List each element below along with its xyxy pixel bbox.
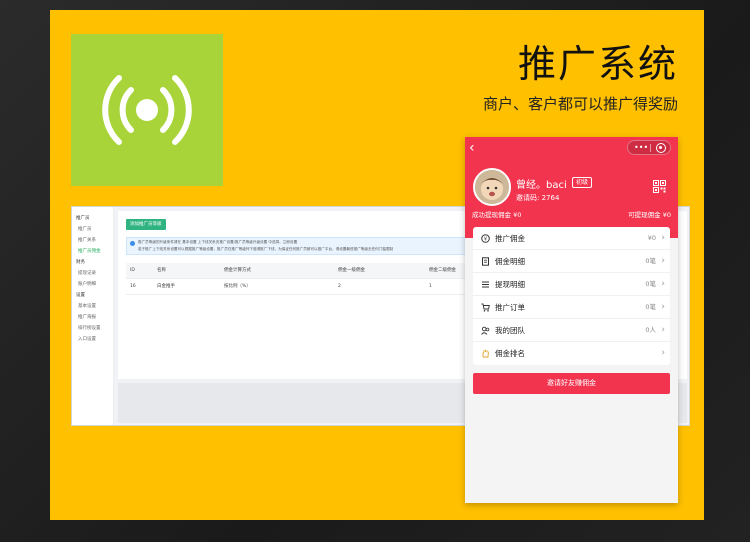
menu-item-orders[interactable]: 推广订单 0笔 › bbox=[473, 296, 670, 319]
user-name: 曾经。baci bbox=[516, 180, 567, 191]
menu-value: ¥0 bbox=[647, 234, 656, 242]
chevron-right-icon: › bbox=[661, 279, 665, 289]
sidebar-item[interactable]: 提现记录 bbox=[72, 268, 113, 279]
menu-item-team[interactable]: 我的团队 0人 › bbox=[473, 319, 670, 342]
sidebar-item-active[interactable]: 推广员佣金 bbox=[72, 246, 113, 257]
page-subtitle: 商户、客户都可以推广得奖励 bbox=[482, 95, 678, 113]
chevron-right-icon: › bbox=[661, 325, 665, 335]
svg-text:¥: ¥ bbox=[484, 237, 487, 243]
miniprogram-capsule[interactable]: ••• bbox=[627, 140, 671, 155]
logo-tile bbox=[71, 34, 223, 186]
menu-item-commission[interactable]: ¥ 推广佣金 ¥0 › bbox=[473, 227, 670, 250]
menu-list: ¥ 推广佣金 ¥0 › 佣金明细 0笔 › 提现明细 0笔 › 推广订单 0笔 … bbox=[473, 227, 670, 365]
menu-label: 提现明细 bbox=[495, 280, 525, 289]
qrcode-icon[interactable] bbox=[653, 180, 666, 193]
level-table: ID 名称 佣金计算方式 佣金一级佣金 佣金二级佣金 16 白金推手 按比例（%… bbox=[126, 263, 466, 295]
money-circle-icon: ¥ bbox=[481, 234, 490, 243]
menu-value: 0笔 bbox=[645, 280, 656, 288]
sidebar-item[interactable]: 账户明细 bbox=[72, 279, 113, 290]
menu-value: 0笔 bbox=[645, 303, 656, 311]
column-header: 佣金二级佣金 bbox=[429, 268, 456, 273]
menu-label: 佣金排名 bbox=[495, 349, 525, 358]
sidebar-item[interactable]: 入口设置 bbox=[72, 334, 113, 345]
invite-friends-button[interactable]: 邀请好友赚佣金 bbox=[473, 373, 670, 394]
table-cell: 16 bbox=[130, 284, 136, 289]
menu-label: 推广佣金 bbox=[495, 234, 525, 243]
invite-code: 邀请码: 2764 bbox=[516, 194, 560, 202]
notice-line: 若于推广上下线关系设置可以根据推广等级设置，推广员在推广等级列下邀请推广下线，为… bbox=[138, 247, 394, 251]
table-cell: 白金推手 bbox=[157, 284, 175, 289]
menu-item-ranking[interactable]: 佣金排名 › bbox=[473, 342, 670, 365]
column-header: 佣金一级佣金 bbox=[338, 268, 365, 273]
table-header-row: ID 名称 佣金计算方式 佣金一级佣金 佣金二级佣金 bbox=[126, 263, 466, 279]
broadcast-icon bbox=[102, 75, 192, 145]
add-level-button[interactable]: 添加推广员等级 bbox=[126, 219, 166, 230]
sidebar-item[interactable]: 推广关系 bbox=[72, 235, 113, 246]
sidebar-group[interactable]: 设置 bbox=[72, 290, 113, 301]
chevron-right-icon: › bbox=[661, 302, 665, 312]
chevron-right-icon: › bbox=[661, 256, 665, 266]
page-title: 推广系统 bbox=[517, 42, 678, 86]
capsule-divider bbox=[650, 144, 651, 152]
cart-icon bbox=[481, 303, 490, 312]
menu-label: 佣金明细 bbox=[495, 257, 525, 266]
menu-item-commission-detail[interactable]: 佣金明细 0笔 › bbox=[473, 250, 670, 273]
sidebar-item[interactable]: 推广海报 bbox=[72, 312, 113, 323]
withdrawn-commission: 成功提现佣金 ¥0 bbox=[472, 211, 522, 219]
table-row[interactable]: 16 白金推手 按比例（%） 2 1 bbox=[126, 279, 466, 295]
document-icon bbox=[482, 257, 489, 266]
table-cell: 1 bbox=[429, 284, 432, 289]
phone-screenshot: ‹ ••• 曾经。baci 初级 邀请码: 2764 成功提现佣金 ¥0 可提现… bbox=[465, 137, 678, 503]
sidebar-group[interactable]: 财务 bbox=[72, 257, 113, 268]
close-target-icon[interactable] bbox=[656, 143, 666, 153]
menu-label: 我的团队 bbox=[495, 326, 525, 335]
info-notice: 推广员等级的升级条件请在 基本设置 上下线关系页推广设置/推广员等级升级设置 中… bbox=[126, 237, 466, 255]
sidebar-item[interactable]: 排行榜设置 bbox=[72, 323, 113, 334]
chevron-right-icon: › bbox=[661, 233, 665, 243]
team-icon bbox=[481, 326, 490, 335]
notice-line: 推广员等级的升级条件请在 基本设置 上下线关系页推广设置/推广员等级升级设置 中… bbox=[138, 240, 298, 244]
table-cell: 2 bbox=[338, 284, 341, 289]
info-icon bbox=[130, 241, 135, 246]
column-header: 名称 bbox=[157, 268, 166, 273]
menu-item-withdraw-detail[interactable]: 提现明细 0笔 › bbox=[473, 273, 670, 296]
menu-value: 0人 bbox=[645, 326, 656, 334]
avatar[interactable] bbox=[473, 168, 511, 206]
column-header: 佣金计算方式 bbox=[224, 268, 251, 273]
chevron-right-icon: › bbox=[661, 348, 665, 358]
chevron-left-icon[interactable]: ‹ bbox=[469, 140, 475, 156]
sidebar-group[interactable]: 推广员 bbox=[72, 213, 113, 224]
hand-icon bbox=[482, 349, 489, 358]
menu-value: 0笔 bbox=[645, 257, 656, 265]
profile-header: ‹ ••• 曾经。baci 初级 邀请码: 2764 成功提现佣金 ¥0 可提现… bbox=[465, 137, 678, 238]
column-header: ID bbox=[130, 268, 135, 273]
sidebar-item[interactable]: 基本设置 bbox=[72, 301, 113, 312]
list-icon bbox=[482, 281, 489, 288]
table-cell: 按比例（%） bbox=[224, 284, 251, 289]
menu-label: 推广订单 bbox=[495, 303, 525, 312]
withdrawable-commission: 可提现佣金 ¥0 bbox=[628, 211, 671, 219]
more-icon[interactable]: ••• bbox=[634, 142, 648, 154]
sidebar-item[interactable]: 推广员 bbox=[72, 224, 113, 235]
level-badge: 初级 bbox=[572, 177, 593, 188]
admin-sidebar: 推广员 推广员 推广关系 推广员佣金 财务 提现记录 账户明细 设置 基本设置 … bbox=[72, 207, 114, 425]
